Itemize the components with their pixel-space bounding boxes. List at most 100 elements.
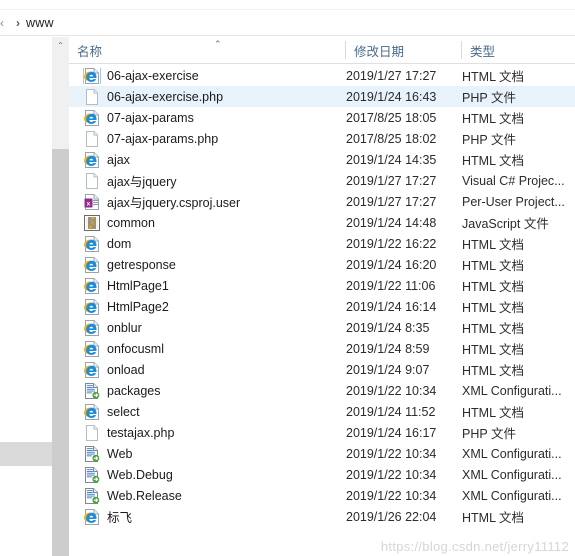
file-name-cell[interactable]: 07-ajax-params — [69, 109, 346, 126]
file-name-label: 标飞 — [107, 511, 133, 525]
table-row[interactable]: common 2019/1/24 14:48 JavaScript 文件 — [69, 212, 575, 233]
sort-ascending-icon: ⌃ — [214, 39, 222, 49]
file-name-cell[interactable]: select — [69, 403, 346, 420]
file-name-cell[interactable]: getresponse — [69, 256, 346, 273]
file-type-cell: Per-User Project... — [462, 194, 565, 209]
table-row[interactable]: dom 2019/1/22 16:22 HTML 文档 — [69, 233, 575, 254]
table-row[interactable]: 标飞 2019/1/26 22:04 HTML 文档 — [69, 506, 575, 527]
breadcrumb-chevron-icon[interactable]: › — [16, 16, 20, 30]
table-row[interactable]: 06-ajax-exercise 2019/1/27 17:27 HTML 文档 — [69, 65, 575, 86]
blank-file-icon — [84, 424, 100, 441]
table-row[interactable]: onload 2019/1/24 9:07 HTML 文档 — [69, 359, 575, 380]
ie-html-icon — [84, 340, 100, 357]
file-name-cell[interactable]: HtmlPage2 — [69, 298, 346, 315]
table-row[interactable]: 06-ajax-exercise.php 2019/1/24 16:43 PHP 文… — [69, 86, 575, 107]
table-row[interactable]: Web 2019/1/22 10:34 XML Configurati... — [69, 443, 575, 464]
column-header-type[interactable]: 类型 — [462, 37, 575, 63]
address-bar[interactable]: ‹ › www — [0, 10, 575, 36]
file-name-label: getresponse — [107, 257, 176, 272]
file-name-cell[interactable]: HtmlPage1 — [69, 277, 346, 294]
scrollbar-thumb[interactable] — [52, 149, 69, 556]
file-name-cell[interactable]: x ajax与jquery.csproj.user — [69, 192, 346, 211]
file-name-cell[interactable]: common — [69, 214, 346, 231]
file-name-cell[interactable]: 06-ajax-exercise — [69, 67, 346, 84]
vertical-scrollbar[interactable]: ⌃ — [52, 37, 69, 556]
file-name-cell[interactable]: ajax与jquery — [69, 171, 346, 190]
table-row[interactable]: packages 2019/1/22 10:34 XML Configurati..… — [69, 380, 575, 401]
column-header-row: 名称 ⌃ 修改日期 类型 — [69, 37, 575, 64]
file-name-label: onload — [107, 362, 145, 377]
file-type-cell: HTML 文档 — [462, 406, 525, 420]
table-row[interactable]: Web.Debug 2019/1/22 10:34 XML Configurati.… — [69, 464, 575, 485]
table-row[interactable]: ajax 2019/1/24 14:35 HTML 文档 — [69, 149, 575, 170]
table-row[interactable]: HtmlPage2 2019/1/24 16:14 HTML 文档 — [69, 296, 575, 317]
file-type-cell: HTML 文档 — [462, 238, 525, 252]
file-date-cell: 2019/1/22 10:34 — [346, 383, 437, 398]
file-date-cell: 2019/1/22 10:34 — [346, 488, 437, 503]
table-row[interactable]: testajax.php 2019/1/24 16:17 PHP 文件 — [69, 422, 575, 443]
file-date-cell: 2019/1/24 14:35 — [346, 152, 437, 167]
table-row[interactable]: onfocusml 2019/1/24 8:59 HTML 文档 — [69, 338, 575, 359]
ie-html-icon — [83, 67, 101, 84]
table-row[interactable]: onblur 2019/1/24 8:35 HTML 文档 — [69, 317, 575, 338]
scrollbar-track[interactable] — [52, 54, 69, 149]
file-date-cell: 2019/1/24 14:48 — [346, 215, 437, 230]
file-date-cell: 2019/1/24 16:20 — [346, 257, 437, 272]
file-name-label: 06-ajax-exercise.php — [107, 89, 224, 104]
file-name-label: dom — [107, 236, 132, 251]
file-type-cell: XML Configurati... — [462, 446, 562, 461]
file-type-cell: XML Configurati... — [462, 383, 562, 398]
file-type-cell: XML Configurati... — [462, 488, 562, 503]
file-name-label: testajax.php — [107, 425, 175, 440]
file-name-cell[interactable]: Web.Release — [69, 487, 346, 504]
blank-file-icon — [84, 88, 100, 105]
breadcrumb-path-label[interactable]: www — [26, 16, 54, 30]
table-row[interactable]: 07-ajax-params.php 2017/8/25 18:02 PHP 文件 — [69, 128, 575, 149]
ie-html-icon — [84, 256, 100, 273]
table-row[interactable]: select 2019/1/24 11:52 HTML 文档 — [69, 401, 575, 422]
xml-config-icon — [84, 445, 100, 462]
file-date-cell: 2019/1/24 16:43 — [346, 89, 437, 104]
column-header-name[interactable]: 名称 ⌃ — [69, 37, 345, 63]
table-row[interactable]: x ajax与jquery.csproj.user 2019/1/27 17:27 P… — [69, 191, 575, 212]
blank-file-icon — [84, 130, 100, 147]
file-name-cell[interactable]: 06-ajax-exercise.php — [69, 88, 346, 105]
file-name-label: 06-ajax-exercise — [107, 68, 199, 83]
file-name-cell[interactable]: testajax.php — [69, 424, 346, 441]
table-row[interactable]: getresponse 2019/1/24 16:20 HTML 文档 — [69, 254, 575, 275]
navigation-pane[interactable] — [0, 37, 52, 556]
file-name-cell[interactable]: 标飞 — [69, 507, 346, 526]
column-header-name-label: 名称 — [77, 44, 103, 59]
file-name-label: ajax — [107, 152, 130, 167]
file-name-cell[interactable]: ajax — [69, 151, 346, 168]
table-row[interactable]: 07-ajax-params 2017/8/25 18:05 HTML 文档 — [69, 107, 575, 128]
file-name-cell[interactable]: onfocusml — [69, 340, 346, 357]
file-name-cell[interactable]: onblur — [69, 319, 346, 336]
file-name-cell[interactable]: Web.Debug — [69, 466, 346, 483]
file-date-cell: 2019/1/27 17:27 — [346, 173, 437, 188]
file-explorer-window: ‹ › www ⌃ 名称 ⌃ 修改日期 类型 06-ajax-exercise 2… — [0, 0, 575, 556]
ie-html-icon — [84, 508, 100, 525]
file-type-cell: HTML 文档 — [462, 511, 525, 525]
window-top-strip — [0, 0, 575, 10]
back-chevron-icon[interactable]: ‹ — [0, 16, 12, 30]
file-name-cell[interactable]: Web — [69, 445, 346, 462]
file-name-label: onblur — [107, 320, 142, 335]
table-row[interactable]: Web.Release 2019/1/22 10:34 XML Configurat… — [69, 485, 575, 506]
ie-html-icon — [84, 403, 100, 420]
scrollbar-up-arrow-icon[interactable]: ⌃ — [52, 37, 69, 54]
table-row[interactable]: HtmlPage1 2019/1/22 11:06 HTML 文档 — [69, 275, 575, 296]
file-name-cell[interactable]: onload — [69, 361, 346, 378]
ie-html-icon — [84, 361, 100, 378]
javascript-icon — [84, 214, 100, 231]
column-header-date[interactable]: 修改日期 — [346, 37, 461, 63]
file-list[interactable]: 06-ajax-exercise 2019/1/27 17:27 HTML 文档 06… — [69, 65, 575, 556]
table-row[interactable]: ajax与jquery 2019/1/27 17:27 Visual C# Proj… — [69, 170, 575, 191]
nav-selected-item[interactable] — [0, 442, 52, 466]
file-name-cell[interactable]: dom — [69, 235, 346, 252]
file-name-cell[interactable]: packages — [69, 382, 346, 399]
file-name-cell[interactable]: 07-ajax-params.php — [69, 130, 346, 147]
file-type-cell: HTML 文档 — [462, 364, 525, 378]
file-date-cell: 2019/1/22 16:22 — [346, 236, 437, 251]
ie-html-icon — [84, 235, 100, 252]
